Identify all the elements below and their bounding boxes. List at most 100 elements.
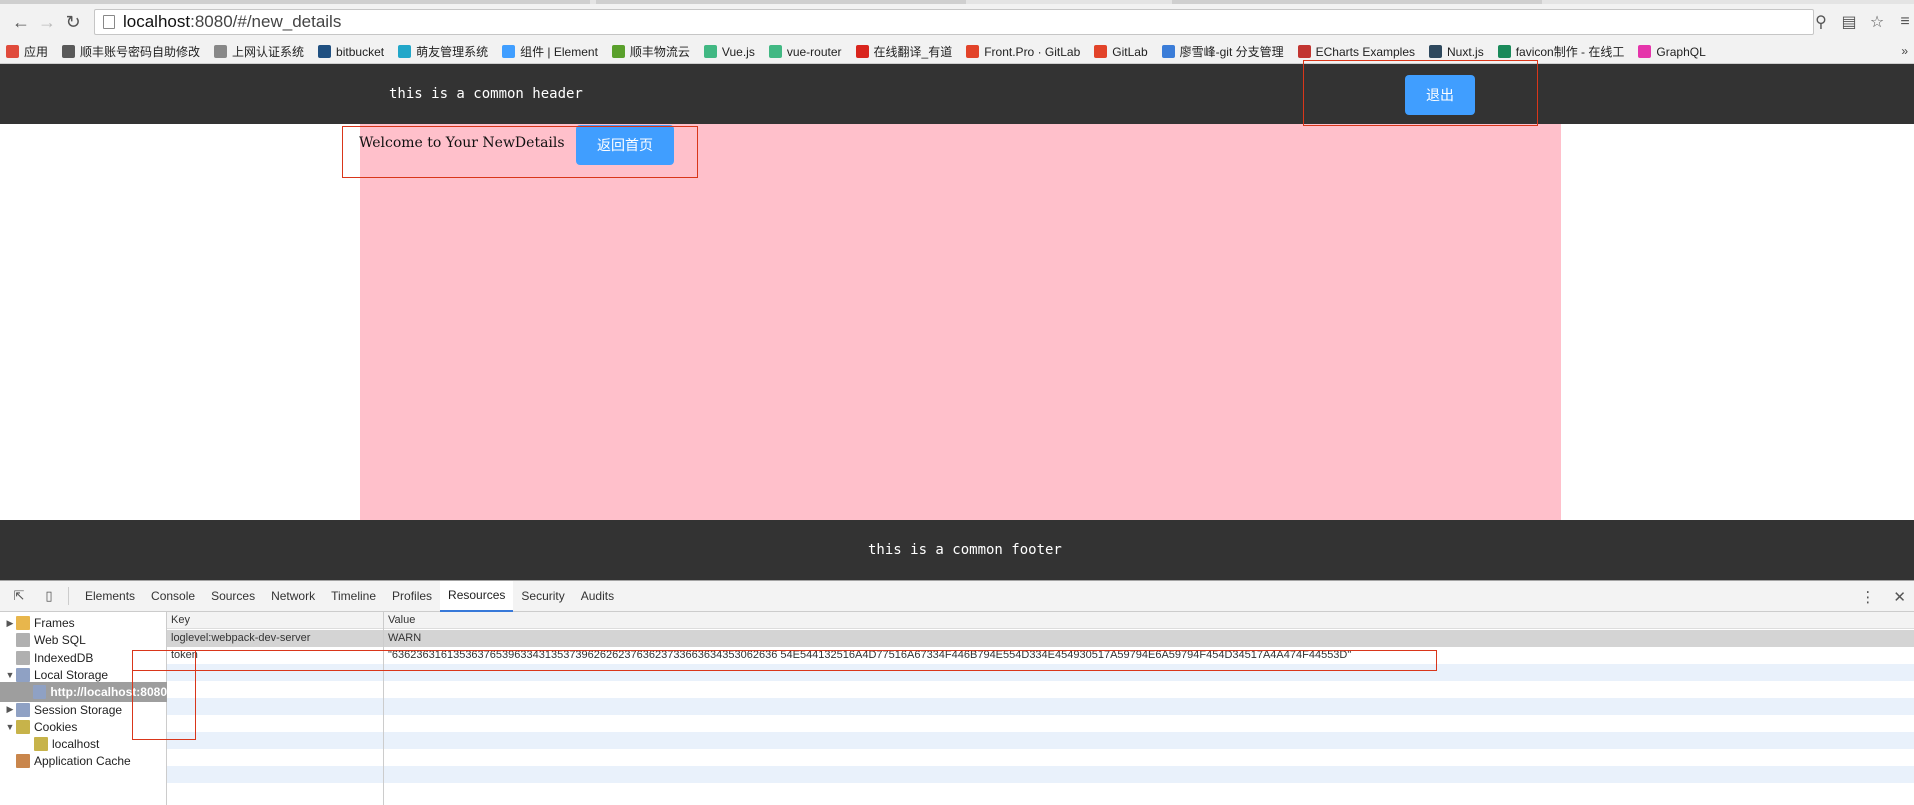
bookmark-label: 组件 | Element [520, 45, 598, 59]
bookmark-label: 在线翻译_有道 [873, 45, 953, 59]
devtools-tab-network[interactable]: Network [263, 581, 323, 612]
bookmark-item[interactable]: bitbucket [318, 45, 384, 59]
logout-button[interactable]: 退出 [1405, 75, 1475, 115]
content-area [360, 124, 1561, 520]
table-row[interactable]: loglevel:webpack-dev-server WARN [167, 630, 1914, 647]
bookmark-icon [1094, 45, 1108, 58]
back-home-button[interactable]: 返回首页 [576, 125, 674, 165]
table-row[interactable] [167, 749, 1914, 766]
sidebar-item[interactable]: Application Cache [0, 751, 167, 771]
device-mode-icon[interactable]: ▯ [38, 585, 60, 607]
menu-icon[interactable]: ≡ [1896, 13, 1914, 31]
devtools-tab-console[interactable]: Console [143, 581, 203, 612]
bookmark-label: 顺丰账号密码自助修改 [80, 45, 201, 59]
bookmark-item[interactable]: 萌友管理系统 [398, 43, 488, 60]
collapsed-arrow-icon[interactable]: ▶ [4, 618, 16, 629]
bookmark-label: GitLab [1112, 44, 1148, 59]
bookmark-icon [855, 45, 869, 58]
devtools-tab-resources[interactable]: Resources [440, 580, 514, 612]
sidebar-item-label: Cookies [34, 719, 78, 734]
bookmark-item[interactable]: Vue.js [703, 44, 755, 59]
url-text[interactable]: localhost:8080/#/new_details [123, 12, 341, 32]
table-row[interactable] [167, 664, 1914, 681]
bookmark-item[interactable]: Nuxt.js [1429, 45, 1484, 59]
table-row[interactable] [167, 732, 1914, 749]
bookmark-label: ECharts Examples [1315, 44, 1416, 59]
bookmark-label: 上网认证系统 [232, 45, 305, 59]
column-divider[interactable] [383, 612, 384, 805]
devtools-panel: ⇱ ▯ Elements Console Sources Network Timelin… [0, 580, 1914, 805]
cookie-icon [34, 737, 48, 752]
forward-icon[interactable]: → [34, 9, 60, 35]
value-column-header[interactable]: Value [388, 614, 415, 626]
bookmark-item[interactable]: favicon制作 - 在线工 [1497, 43, 1625, 60]
table-row[interactable] [167, 681, 1914, 698]
devtools-tab-audits[interactable]: Audits [573, 581, 622, 612]
close-icon[interactable]: ✕ [1893, 588, 1906, 606]
devtools-tab-security[interactable]: Security [513, 581, 572, 612]
table-row[interactable] [167, 715, 1914, 732]
bookmark-icon [62, 45, 76, 58]
db-icon [16, 650, 30, 665]
key-column-header[interactable]: Key [171, 614, 190, 626]
bookmark-icon [318, 45, 332, 58]
table-row[interactable] [167, 783, 1914, 800]
bookmark-label: bitbucket [336, 44, 385, 59]
bookmark-item[interactable]: ECharts Examples [1297, 44, 1416, 59]
inspect-icon[interactable]: ⇱ [8, 585, 30, 607]
bookmarks-more-icon[interactable]: » [1901, 44, 1908, 58]
sidebar-item-label: Session Storage [34, 702, 123, 717]
expanded-arrow-icon[interactable]: ▼ [4, 722, 16, 732]
browser-toolbar: ← → ↻ localhost:8080/#/new_details ⚲ ▤ ☆… [0, 4, 1914, 40]
storage-grid: Key Value loglevel:webpack-dev-server WAR… [167, 612, 1914, 805]
value-cell[interactable]: "636236316135363765396334313537396262623… [388, 649, 1351, 661]
bookmark-item[interactable]: 组件 | Element [502, 43, 598, 60]
bookmark-label: GraphQL [1656, 44, 1706, 59]
key-icon[interactable]: ⚲ [1812, 12, 1830, 32]
bookmark-item[interactable]: 上网认证系统 [214, 43, 304, 60]
grid-icon [16, 667, 30, 682]
reload-icon[interactable]: ↻ [60, 9, 86, 35]
bookmark-item[interactable]: Front.Pro · GitLab [966, 45, 1080, 59]
table-row[interactable]: token "6362363161353637653963343135373962… [167, 647, 1914, 664]
key-cell[interactable]: loglevel:webpack-dev-server [171, 632, 310, 644]
bookmark-item[interactable]: 应用 [6, 43, 48, 60]
bookmark-item[interactable]: 在线翻译_有道 [855, 43, 953, 60]
db-icon [16, 633, 30, 648]
star-icon[interactable]: ☆ [1868, 12, 1886, 32]
more-options-icon[interactable]: ⋮ [1860, 588, 1875, 606]
footer-text: this is a common footer [868, 542, 1062, 558]
bookmark-item[interactable]: GraphQL [1638, 44, 1706, 59]
value-cell[interactable]: WARN [388, 632, 421, 644]
devtools-tab-elements[interactable]: Elements [77, 581, 143, 612]
bookmark-item[interactable]: vue-router [768, 45, 842, 59]
bookmark-item[interactable]: GitLab [1094, 44, 1148, 59]
welcome-text: Welcome to Your NewDetails [359, 135, 565, 151]
back-icon[interactable]: ← [8, 9, 34, 35]
bookmark-label: Vue.js [721, 44, 755, 59]
bookmark-icon [1161, 45, 1175, 58]
bookmark-item[interactable]: 顺丰账号密码自助修改 [62, 43, 200, 60]
page-viewport: this is a common header 退出 Welcome to Yo… [0, 60, 1914, 580]
grid-icon [16, 702, 30, 717]
table-row[interactable] [167, 698, 1914, 715]
table-row[interactable] [167, 766, 1914, 783]
devtools-tab-profiles[interactable]: Profiles [384, 581, 440, 612]
devtools-tab-sources[interactable]: Sources [203, 581, 263, 612]
collapsed-arrow-icon[interactable]: ▶ [4, 704, 16, 715]
expanded-arrow-icon[interactable]: ▼ [4, 670, 16, 680]
bookmark-icon [502, 45, 516, 58]
address-bar[interactable]: localhost:8080/#/new_details [94, 9, 1814, 35]
sidebar-item-label: Local Storage [34, 667, 109, 682]
key-cell[interactable]: token [171, 649, 198, 661]
bookmark-icon [768, 45, 782, 58]
bookmark-icon [1429, 45, 1443, 58]
bookmark-label: favicon制作 - 在线工 [1515, 45, 1625, 59]
bookmark-label: 应用 [24, 45, 49, 59]
devtools-tab-timeline[interactable]: Timeline [323, 581, 384, 612]
bookmark-item[interactable]: 廖雪峰-git 分支管理 [1161, 43, 1284, 60]
bookmark-icon [1497, 45, 1511, 58]
bookmark-item[interactable]: 顺丰物流云 [611, 43, 690, 60]
translate-icon[interactable]: ▤ [1840, 12, 1858, 32]
sidebar-item-label: http://localhost:8080 [50, 685, 167, 700]
